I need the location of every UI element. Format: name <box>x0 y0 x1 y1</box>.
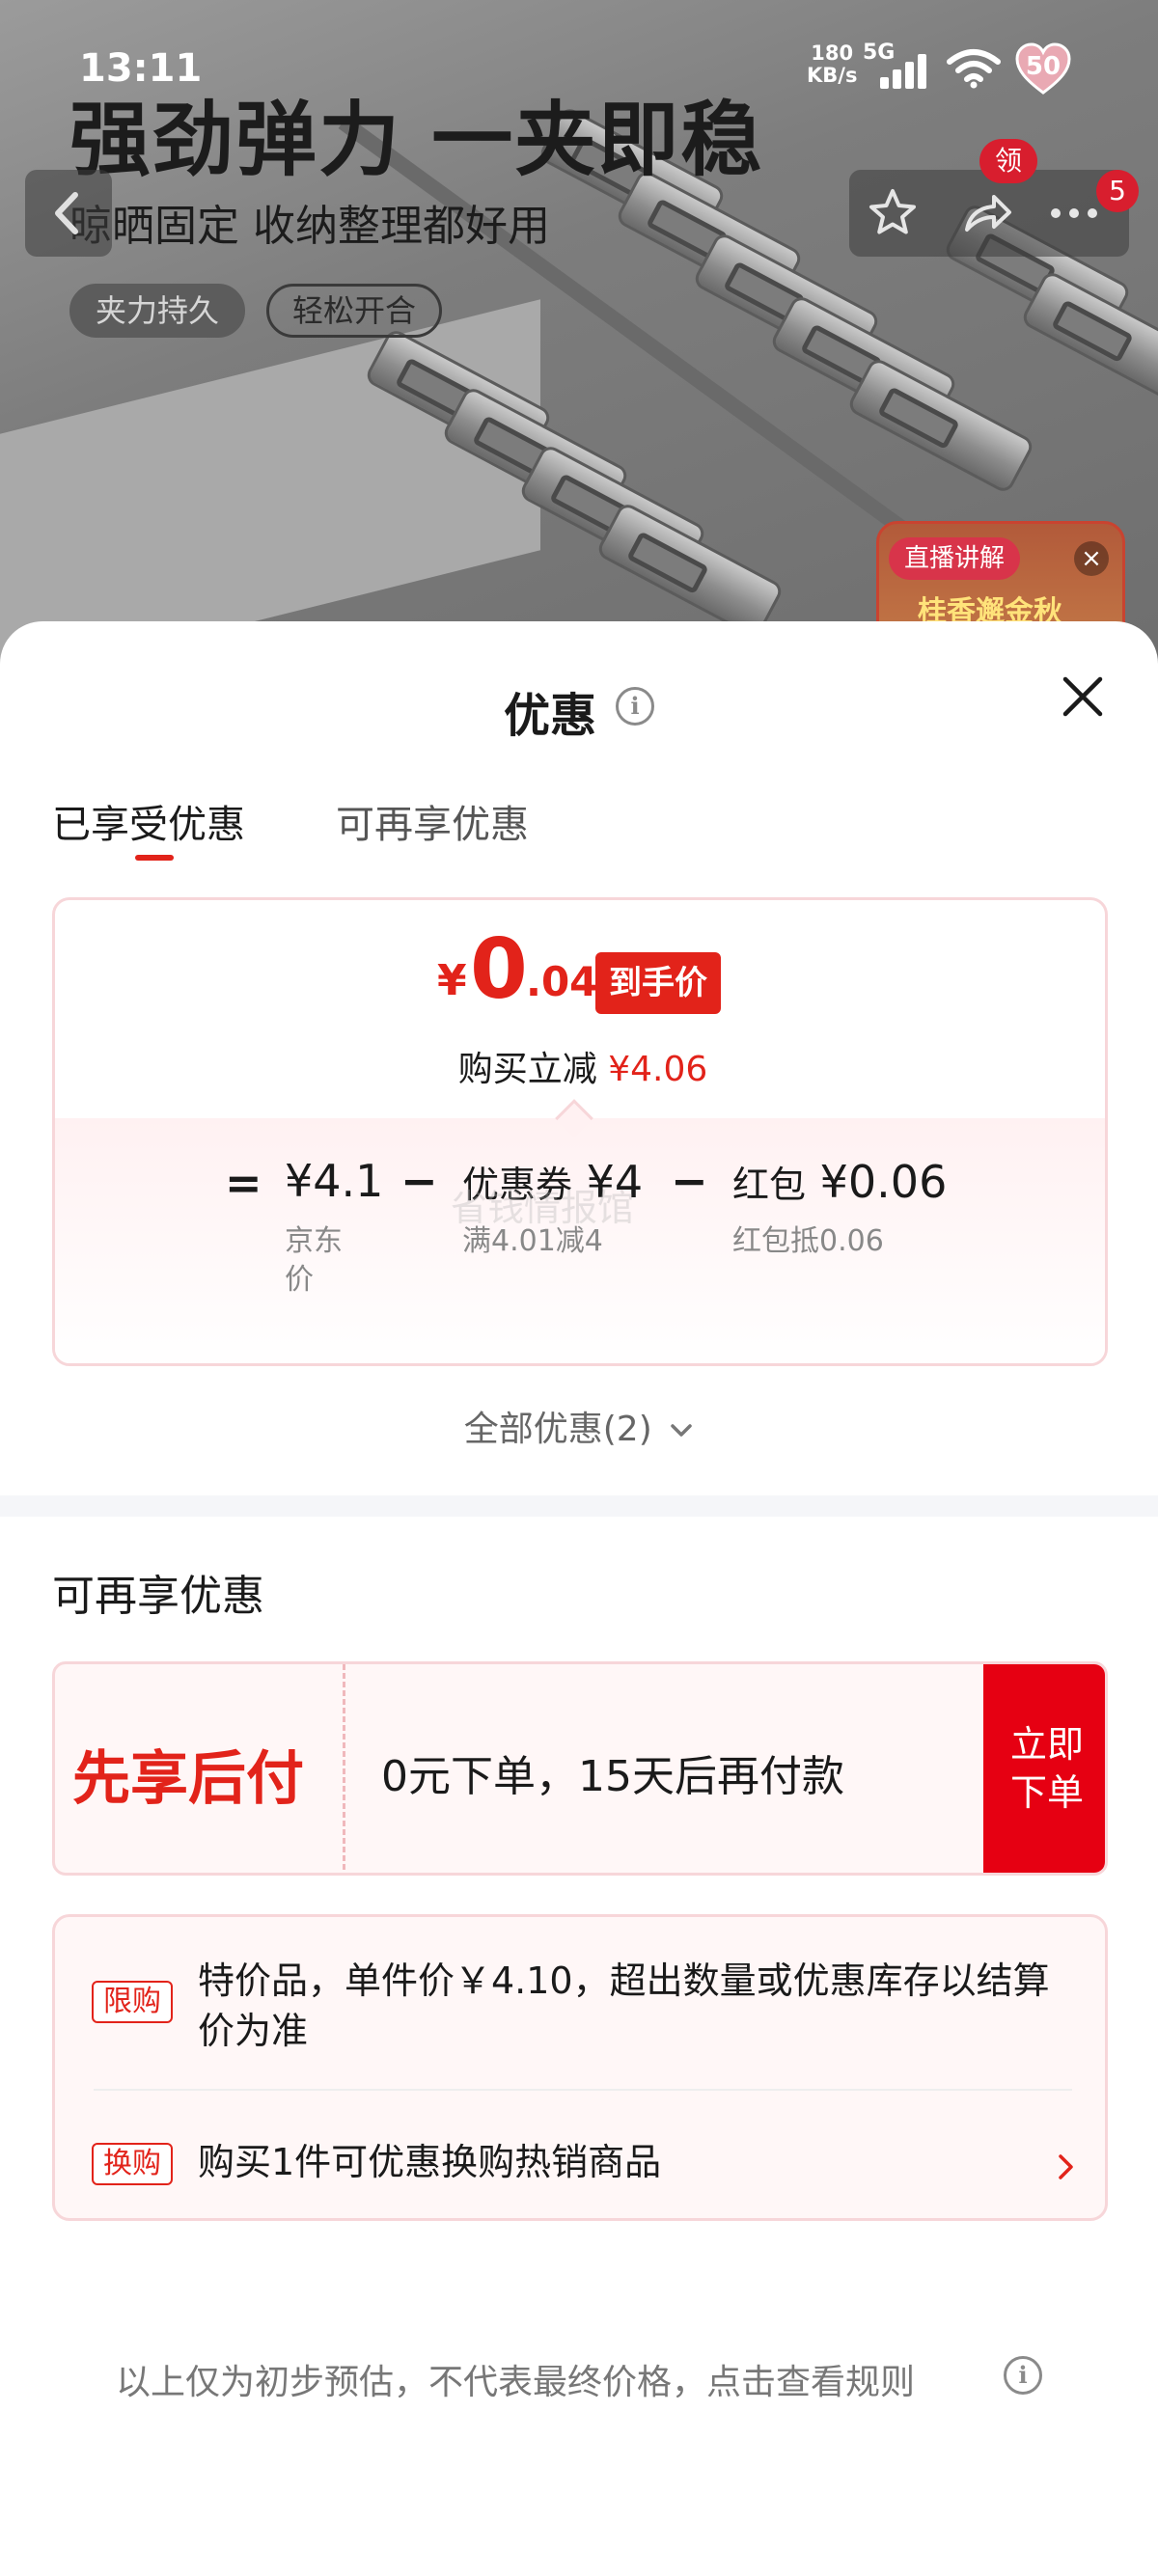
rule-text: 特价品，单件价￥4.10，超出数量或优惠库存以结算 价为准 <box>198 1956 1050 2056</box>
pay-later-brand: 先享后付 <box>72 1745 304 1813</box>
rules-card: 限购 特价品，单件价￥4.10，超出数量或优惠库存以结算 价为准 换购 购买1件… <box>52 1914 1108 2221</box>
hero-tag: 夹力持久 <box>69 284 246 338</box>
signal-icon <box>880 50 932 89</box>
reduce-label: 购买立减 <box>457 1050 597 1089</box>
rule-tag: 换购 <box>92 2143 173 2185</box>
wifi-icon <box>947 49 1001 89</box>
price-disclaimer[interactable]: 以上仅为初步预估，不代表最终价格，点击查看规则 <box>116 2354 915 2404</box>
net-speed-unit: KB/s <box>807 64 858 87</box>
more-offers-title: 可再享优惠 <box>52 1572 264 1621</box>
close-icon[interactable] <box>1058 671 1108 722</box>
redpacket-item: 红包 ¥0.06 <box>732 1155 947 1208</box>
hero-subtitle: 晾晒固定 收纳整理都好用 <box>69 202 550 251</box>
back-button[interactable] <box>25 170 112 257</box>
tab-more-offers[interactable]: 可再享优惠 <box>336 793 529 849</box>
redpacket-desc: 红包抵0.06 <box>732 1224 884 1258</box>
chevron-right-icon[interactable] <box>1051 2152 1080 2181</box>
net-speed-value: 180 <box>811 41 854 65</box>
active-tab-indicator <box>135 855 174 861</box>
offer-sheet: 优惠 i 已享受优惠 可再享优惠 ¥ 0 .04 到手价 购买立减 ¥4.06 … <box>0 621 1158 2576</box>
rule-text-line: 价为准 <box>198 2010 309 2052</box>
net-speed: 180 KB/s <box>807 42 857 87</box>
sheet-title: 优惠 <box>504 689 597 743</box>
price-integer: 0 <box>470 921 528 1018</box>
price-breakdown: = ¥4.1 京东 价 − 优惠券 ¥4 满4.01减4 − 红包 ¥0.06 … <box>55 1118 1105 1363</box>
order-now-button[interactable]: 立即 下单 <box>983 1664 1105 1873</box>
hero-tag: 轻松开合 <box>266 284 443 338</box>
equals-sign: = <box>225 1157 262 1209</box>
live-close-icon[interactable]: × <box>1074 541 1109 576</box>
live-label: 直播讲解 <box>889 537 1021 580</box>
all-offers-label: 全部优惠(2) <box>463 1410 652 1449</box>
order-now-label-line2: 下单 <box>1009 1771 1084 1814</box>
pay-later-separator <box>343 1664 345 1873</box>
rule-divider <box>94 2089 1072 2091</box>
status-time: 13:11 <box>79 46 203 91</box>
rule-text-swap[interactable]: 购买1件可优惠换购热销商品 <box>198 2137 661 2187</box>
minus-sign: − <box>400 1155 438 1207</box>
cart-count-badge: 5 <box>1096 170 1139 212</box>
coupon-badge[interactable]: 领 <box>979 139 1037 183</box>
hero-plate-shape <box>0 299 540 675</box>
redpacket-amount: ¥0.06 <box>819 1156 948 1208</box>
rule-tag: 限购 <box>92 1981 173 2023</box>
tab-enjoyed-offers[interactable]: 已享受优惠 <box>52 793 245 849</box>
share-icon[interactable] <box>955 181 1019 245</box>
price-currency: ¥ <box>437 956 467 1005</box>
price-decimal: .04 <box>526 958 598 1005</box>
star-icon[interactable] <box>861 181 924 245</box>
final-price-badge: 到手价 <box>595 952 721 1014</box>
section-divider <box>0 1495 1158 1517</box>
info-icon[interactable]: i <box>1004 2356 1042 2395</box>
price-disclaimer-text: 以上仅为初步预估，不代表最终价格，点击查看规则 <box>116 2363 916 2402</box>
redpacket-title: 红包 <box>732 1164 807 1206</box>
status-bar: 13:11 180 KB/s 5G 50 <box>0 0 1158 96</box>
order-now-label-line1: 立即 <box>1009 1723 1084 1766</box>
minus-sign: − <box>671 1155 708 1207</box>
pay-later-description: 0元下单，15天后再付款 <box>381 1752 844 1801</box>
price-card: ¥ 0 .04 到手价 购买立减 ¥4.06 = ¥4.1 京东 价 − 优惠券… <box>52 897 1108 1366</box>
battery-icon: 50 <box>1015 42 1071 96</box>
watermark: 省钱情报馆 <box>451 1187 635 1229</box>
battery-level: 50 <box>1025 52 1062 81</box>
jd-price: ¥4.1 <box>285 1155 384 1207</box>
rule-text-line: 特价品，单件价￥4.10，超出数量或优惠库存以结算 <box>198 1959 1050 2002</box>
reduce-line: 购买立减 ¥4.06 <box>55 1041 1105 1091</box>
reduce-amount: ¥4.06 <box>608 1050 708 1089</box>
pay-later-card[interactable]: 先享后付 0元下单，15天后再付款 立即 下单 <box>52 1661 1108 1876</box>
jd-price-label: 京东 价 <box>285 1224 343 1297</box>
chevron-down-icon <box>671 1424 692 1437</box>
back-icon <box>55 192 78 234</box>
all-offers-toggle[interactable]: 全部优惠(2) <box>0 1401 1158 1451</box>
info-icon[interactable]: i <box>616 687 654 726</box>
